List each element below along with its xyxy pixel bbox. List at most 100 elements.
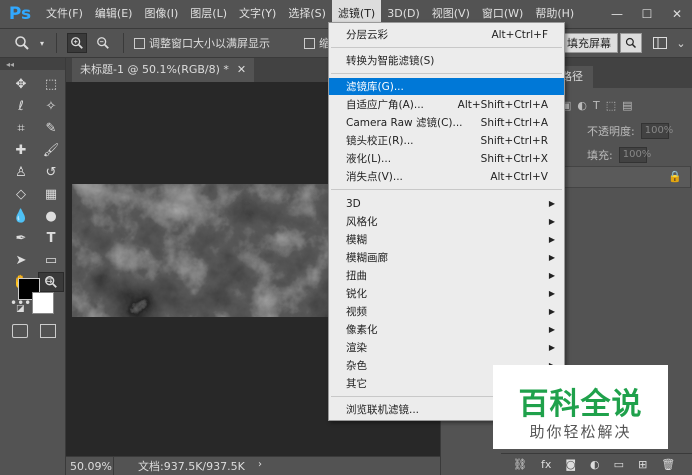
move-tool-icon[interactable]: ✥ [8,74,34,94]
menu-adaptive-wide-angle[interactable]: 自适应广角(A)... Alt+Shift+Ctrl+A [329,96,564,113]
menu-separator [331,189,562,190]
menu-file[interactable]: 文件(F) [40,0,89,28]
restore-button[interactable]: ☐ [632,0,662,28]
close-button[interactable]: ✕ [662,0,692,28]
menu-camera-raw[interactable]: Camera Raw 滤镜(C)... Shift+Ctrl+A [329,114,564,131]
tool-grid: ✥ ⬚ ℓ ✧ ⌗ ✎ ✚ 🖌 ♙ ↺ ◇ ▦ 💧 ● ✒ T ➤ ▭ ✋ [0,70,65,292]
search-icon[interactable] [620,33,642,53]
document-tab-title: 未标题-1 @ 50.1%(RGB/8) * [80,63,229,76]
folder-icon[interactable]: ▭ [614,458,624,471]
default-colors-icon[interactable]: ◪ [16,304,25,314]
fill-screen-button[interactable]: 填充屏幕 [560,33,618,53]
zoom-out-icon[interactable] [93,33,113,53]
type-filter-icon[interactable]: T [593,99,600,112]
adjustment-filter-icon[interactable]: ◐ [577,99,587,112]
checkbox-label: 调整窗口大小以满屏显示 [149,37,270,50]
menu-image[interactable]: 图像(I) [138,0,184,28]
eyedropper-icon[interactable]: ✎ [38,118,64,138]
eraser-tool-icon[interactable]: ◇ [8,184,34,204]
menu-3d[interactable]: 3D ▶ [329,195,564,212]
menu-edit[interactable]: 编辑(E) [89,0,139,28]
fill-row: 填充: 100% [587,144,651,166]
menu-render[interactable]: 渲染 ▶ [329,339,564,356]
window-controls: — ☐ ✕ [602,0,692,28]
submenu-arrow-icon: ▶ [548,289,555,298]
checkbox-box[interactable] [304,37,315,49]
ps-logo: Ps [8,4,32,24]
watermark-subtitle: 助你轻松解决 [529,423,632,441]
opacity-input[interactable]: 100% [640,123,673,139]
menu-liquify[interactable]: 液化(L)... Shift+Ctrl+X [329,150,564,167]
submenu-arrow-icon: ▶ [548,343,555,352]
close-icon[interactable]: ✕ [237,58,246,82]
type-tool-icon[interactable]: T [38,228,64,248]
menu-distort[interactable]: 扭曲 ▶ [329,267,564,284]
trash-icon[interactable]: 🗑 [661,458,675,471]
smart-filter-icon[interactable]: ▤ [622,99,632,112]
blur-tool-icon[interactable]: 💧 [8,206,34,226]
menu-blur[interactable]: 模糊 ▶ [329,231,564,248]
menu-layer[interactable]: 图层(L) [184,0,233,28]
menu-lens-correction[interactable]: 镜头校正(R)... Shift+Ctrl+R [329,132,564,149]
zoom-in-icon[interactable] [67,33,87,53]
chevron-down-icon[interactable]: ⌄ [674,33,688,53]
zoom-tool-preset-icon[interactable] [12,33,32,53]
menu-pixelate[interactable]: 像素化 ▶ [329,321,564,338]
menu-stylize[interactable]: 风格化 ▶ [329,213,564,230]
menu-last-filter[interactable]: 分层云彩 Alt+Ctrl+F [329,26,564,43]
resize-windows-checkbox[interactable]: 调整窗口大小以满屏显示 [134,35,270,51]
menu-blur-gallery[interactable]: 模糊画廊 ▶ [329,249,564,266]
menu-select[interactable]: 选择(S) [282,0,332,28]
panel-collapse-icon[interactable]: ◂◂ [0,58,65,70]
lasso-tool-icon[interactable]: ℓ [8,96,34,116]
menu-separator [331,47,562,48]
quick-mask-icon[interactable] [12,324,28,338]
menu-filter-gallery[interactable]: 滤镜库(G)... [329,78,564,95]
watermark-title: 百科全说 [518,387,643,422]
shape-filter-icon[interactable]: ⬚ [606,99,616,112]
adjustment-icon[interactable]: ◐ [590,458,600,471]
menu-convert-smart[interactable]: 转换为智能滤镜(S) [329,52,564,69]
fx-icon[interactable]: fx [541,458,551,471]
link-layers-icon[interactable]: ⛓ [513,458,527,471]
menu-sharpen[interactable]: 锐化 ▶ [329,285,564,302]
dodge-tool-icon[interactable]: ● [38,206,64,226]
submenu-arrow-icon: ▶ [548,235,555,244]
swap-colors-icon[interactable]: ⇆ [45,276,53,286]
chevron-right-icon[interactable]: › [258,459,262,470]
zoom-readout[interactable]: 50.09% [66,456,114,475]
mask-icon[interactable]: ◙ [565,458,576,471]
document-tab[interactable]: 未标题-1 @ 50.1%(RGB/8) * ✕ [72,58,255,82]
minimize-button[interactable]: — [602,0,632,28]
rectangle-tool-icon[interactable]: ▭ [38,250,64,270]
stamp-tool-icon[interactable]: ♙ [8,162,34,182]
gradient-tool-icon[interactable]: ▦ [38,184,64,204]
screen-mode-icon[interactable] [40,324,56,338]
layer-row[interactable]: 🔒 [563,166,691,188]
opacity-row: 不透明度: 100% [587,120,673,142]
status-bar: 50.09% 文档:937.5K/937.5K › [66,456,440,475]
document-canvas[interactable] [72,184,332,317]
photoshop-window: Ps 文件(F) 编辑(E) 图像(I) 图层(L) 文字(Y) 选择(S) 滤… [0,0,692,475]
menu-vanishing-point[interactable]: 消失点(V)... Alt+Ctrl+V [329,168,564,185]
background-color-swatch[interactable] [32,292,54,314]
pen-tool-icon[interactable]: ✒ [8,228,34,248]
new-layer-icon[interactable]: ⊞ [638,458,647,471]
lock-icon[interactable]: 🔒 [668,170,682,183]
checkbox-box[interactable] [134,37,145,49]
magic-wand-icon[interactable]: ✧ [38,96,64,116]
fill-input[interactable]: 100% [618,147,651,163]
dropdown-arrow-icon[interactable]: ▾ [38,33,46,53]
marquee-tool-icon[interactable]: ⬚ [38,74,64,94]
crop-tool-icon[interactable]: ⌗ [8,118,34,138]
workspace-icon[interactable] [650,33,670,53]
panel-footer: ⛓ fx ◙ ◐ ▭ ⊞ 🗑 [501,453,692,475]
healing-brush-icon[interactable]: ✚ [8,140,34,160]
menu-video[interactable]: 视频 ▶ [329,303,564,320]
divider [123,33,124,53]
submenu-arrow-icon: ▶ [548,307,555,316]
brush-tool-icon[interactable]: 🖌 [38,140,64,160]
menu-type[interactable]: 文字(Y) [233,0,282,28]
path-select-icon[interactable]: ➤ [8,250,34,270]
history-brush-icon[interactable]: ↺ [38,162,64,182]
